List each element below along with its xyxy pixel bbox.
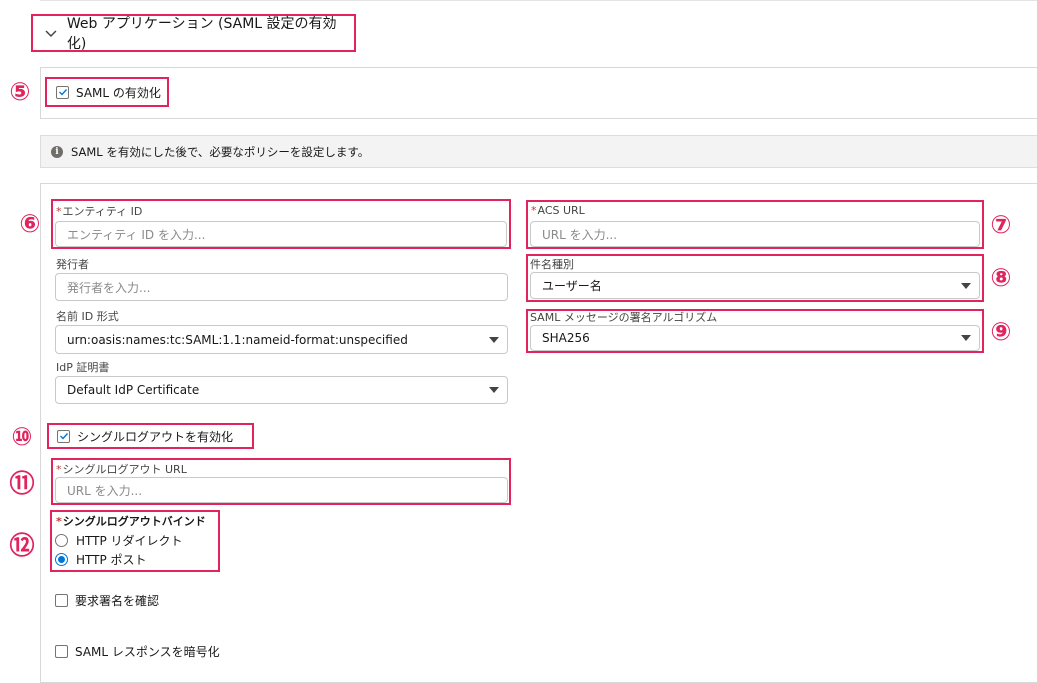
verify-request-signature-checkbox[interactable]	[55, 594, 68, 607]
radio-http-redirect-button[interactable]	[55, 534, 68, 547]
checkmark-icon	[59, 433, 68, 440]
subject-type-select[interactable]: ユーザー名	[530, 272, 980, 299]
saml-enable-label: SAML の有効化	[76, 85, 161, 100]
saml-enable-panel	[40, 67, 1037, 119]
annotation-12: ⑫	[9, 530, 35, 560]
encrypt-saml-response-checkbox[interactable]	[55, 645, 68, 658]
info-icon: i	[51, 145, 63, 158]
entity-id-input[interactable]: エンティティ ID を入力...	[55, 221, 507, 247]
slo-url-input[interactable]: URL を入力...	[55, 477, 508, 503]
info-banner: i SAML を有効にした後で、必要なポリシーを設定します。	[40, 135, 1037, 168]
acs-url-input[interactable]: URL を入力...	[530, 221, 980, 247]
section-title: Web アプリケーション (SAML 設定の有効化)	[66, 16, 337, 52]
annotation-7: ⑦	[990, 209, 1012, 239]
checkmark-icon	[58, 89, 67, 96]
verify-request-signature-row[interactable]: 要求署名を確認	[55, 592, 159, 609]
caret-down-icon	[961, 282, 971, 289]
annotation-8: ⑧	[990, 262, 1012, 292]
caret-down-icon	[961, 335, 971, 341]
section-header[interactable]: Web アプリケーション (SAML 設定の有効化)	[31, 14, 356, 52]
saml-enable-checkbox[interactable]	[56, 85, 69, 99]
issuer-input[interactable]: 発行者を入力...	[55, 273, 508, 301]
radio-http-post-button[interactable]	[55, 553, 68, 566]
info-text: SAML を有効にした後で、必要なポリシーを設定します。	[71, 144, 370, 159]
idp-certificate-select[interactable]: Default IdP Certificate	[55, 376, 508, 404]
idp-certificate-label: IdP 証明書	[56, 361, 110, 374]
slo-url-label: *シングルログアウト URL	[56, 463, 187, 476]
single-logout-label: シングルログアウトを有効化	[77, 429, 234, 444]
encrypt-saml-response-row[interactable]: SAML レスポンスを暗号化	[55, 643, 220, 660]
radio-http-post-label: HTTP ポスト	[76, 553, 147, 567]
subject-type-label: 件名種別	[530, 258, 574, 271]
name-id-format-label: 名前 ID 形式	[56, 310, 119, 323]
chevron-down-icon	[45, 30, 57, 38]
top-divider	[40, 0, 1037, 1]
verify-request-signature-label: 要求署名を確認	[75, 594, 160, 608]
encrypt-saml-response-label: SAML レスポンスを暗号化	[75, 645, 220, 659]
single-logout-checkbox[interactable]	[57, 429, 70, 443]
radio-http-post[interactable]: HTTP ポスト	[55, 551, 147, 568]
caret-down-icon	[489, 336, 499, 343]
signing-algorithm-select[interactable]: SHA256	[530, 325, 980, 351]
issuer-label: 発行者	[56, 258, 89, 271]
acs-url-label: *ACS URL	[531, 204, 585, 217]
annotation-9: ⑨	[990, 316, 1012, 346]
annotation-11: ⑪	[9, 468, 35, 498]
annotation-6: ⑥	[19, 208, 41, 238]
annotation-5: ⑤	[9, 76, 31, 106]
caret-down-icon	[489, 387, 499, 393]
name-id-format-select[interactable]: urn:oasis:names:tc:SAML:1.1:nameid-forma…	[55, 325, 508, 354]
single-logout-checkbox-row[interactable]: シングルログアウトを有効化	[47, 423, 254, 449]
saml-enable-checkbox-row[interactable]: SAML の有効化	[45, 77, 169, 107]
slo-binding-label: *シングルログアウトバインド	[56, 515, 206, 528]
radio-http-redirect-label: HTTP リダイレクト	[76, 534, 183, 548]
annotation-10: ⑩	[11, 421, 33, 451]
radio-http-redirect[interactable]: HTTP リダイレクト	[55, 532, 183, 549]
entity-id-label: *エンティティ ID	[56, 205, 143, 218]
signing-algorithm-label: SAML メッセージの署名アルゴリズム	[530, 311, 718, 324]
